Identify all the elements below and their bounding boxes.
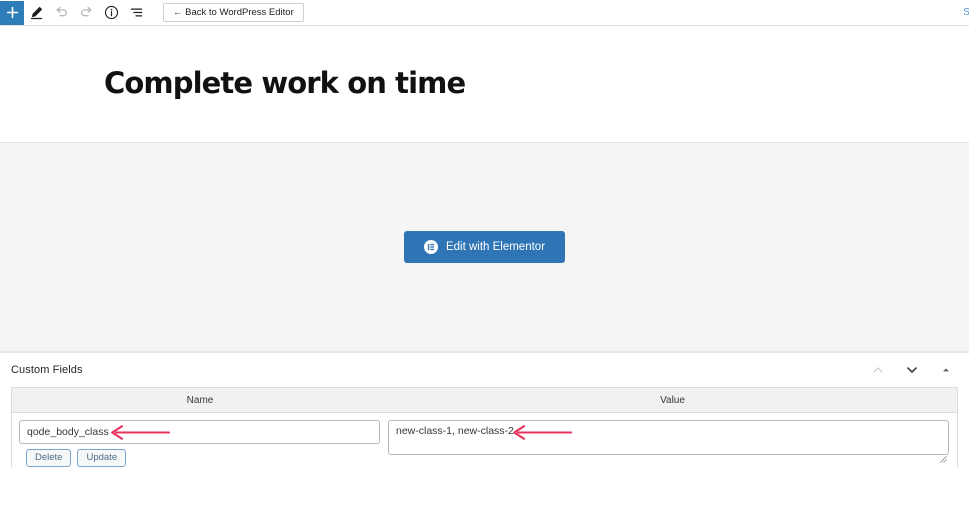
name-input[interactable] [19, 420, 380, 444]
custom-fields-title: Custom Fields [11, 363, 83, 376]
custom-fields-header[interactable]: Custom Fields [0, 352, 969, 387]
redo-button[interactable] [74, 1, 99, 25]
metabox-controls [869, 361, 955, 379]
chevron-up-icon [871, 363, 885, 377]
table-row: Delete Update [12, 413, 957, 467]
custom-fields-body: Name Value Delete Update [0, 387, 969, 467]
plus-icon [6, 6, 19, 19]
edit-with-elementor-label: Edit with Elementor [445, 241, 546, 253]
custom-field-value-cell [388, 420, 957, 463]
list-view-icon [129, 5, 144, 20]
switch-link[interactable]: Sw [963, 7, 969, 18]
column-header-value: Value [660, 394, 685, 406]
column-header-name: Name [186, 394, 214, 406]
update-button[interactable]: Update [77, 449, 127, 467]
redo-icon [79, 5, 94, 20]
details-button[interactable] [99, 1, 124, 25]
info-circle-icon [104, 5, 119, 20]
delete-button[interactable]: Delete [26, 449, 72, 467]
editor-toolbar: ← Back to WordPress Editor Sw [0, 0, 969, 26]
caret-up-icon [941, 365, 951, 375]
list-view-button[interactable] [124, 1, 149, 25]
edit-tool[interactable] [24, 1, 49, 25]
custom-fields-table-header: Name Value [12, 388, 957, 413]
edit-with-elementor-button[interactable]: Edit with Elementor [403, 231, 566, 263]
custom-fields-metabox: Custom Fields Name Value qode_body_class… [0, 352, 969, 467]
elementor-logo-icon [423, 240, 438, 254]
custom-fields-table: Name Value Delete Update [11, 387, 958, 467]
custom-field-row-actions: Delete Update [19, 449, 380, 467]
chevron-down-icon [905, 363, 919, 377]
undo-button[interactable] [49, 1, 74, 25]
toggle-panel-button[interactable] [937, 361, 955, 379]
elementor-placeholder-panel: Edit with Elementor [0, 143, 969, 352]
undo-icon [54, 5, 69, 20]
back-to-wordpress-editor-button[interactable]: ← Back to WordPress Editor [163, 3, 304, 22]
add-block-button[interactable] [0, 0, 24, 25]
move-up-button[interactable] [869, 361, 887, 379]
value-textarea[interactable] [388, 420, 949, 455]
move-down-button[interactable] [903, 361, 921, 379]
title-area: Complete work on time [0, 26, 969, 143]
page-title[interactable]: Complete work on time [104, 67, 466, 100]
custom-field-name-cell: Delete Update [12, 420, 388, 467]
pencil-icon [29, 5, 44, 20]
